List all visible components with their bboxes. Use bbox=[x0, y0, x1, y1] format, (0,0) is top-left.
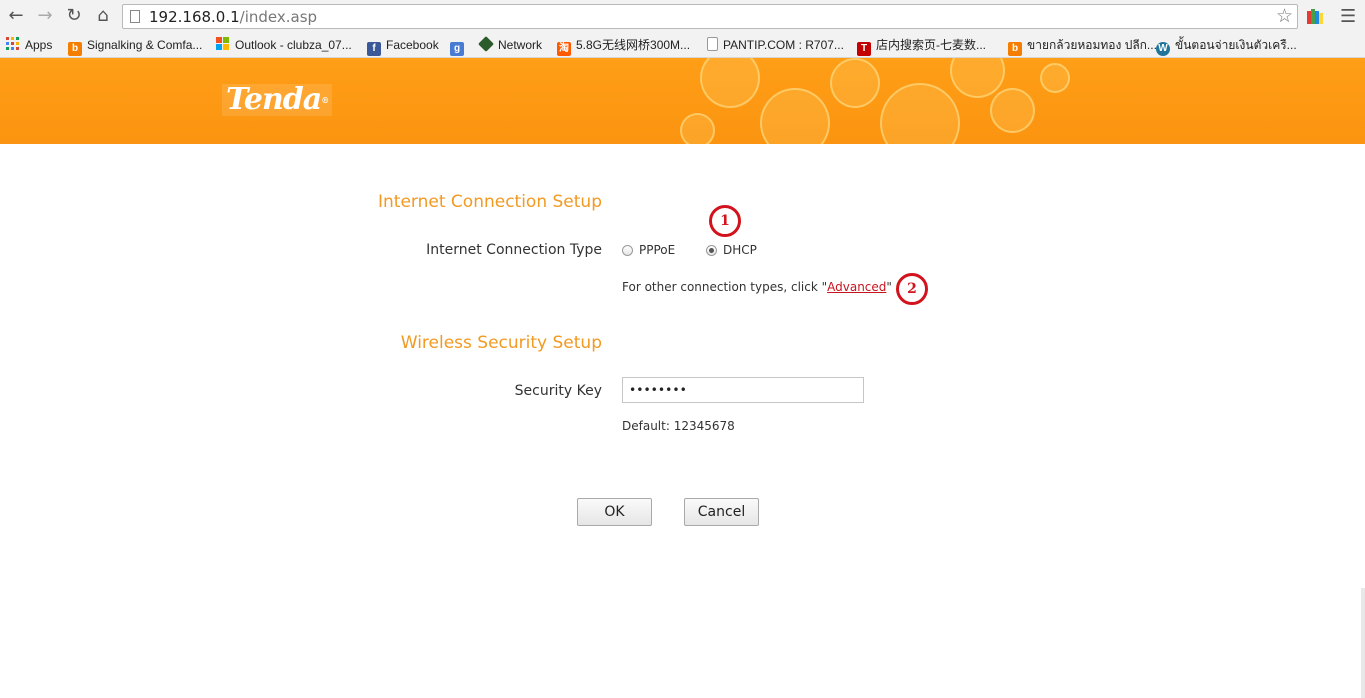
url-host: 192.168.0.1 bbox=[149, 8, 240, 26]
bookmark-label: Facebook bbox=[386, 38, 439, 52]
dhcp-radio[interactable] bbox=[706, 245, 717, 256]
annotation-marker-2: 2 bbox=[896, 273, 928, 305]
bookmark-label: Apps bbox=[25, 38, 53, 52]
reload-icon[interactable]: ↻ bbox=[62, 5, 86, 27]
google-icon: g bbox=[450, 42, 464, 56]
hint-prefix: For other connection types, click " bbox=[622, 280, 828, 294]
blogger-icon: b bbox=[1008, 42, 1022, 56]
page-icon bbox=[130, 10, 140, 23]
network-icon bbox=[478, 36, 494, 52]
default-key-text: Default: 12345678 bbox=[622, 419, 735, 433]
bookmark-label: 店内搜索页-七麦数... bbox=[876, 38, 986, 52]
internet-setup-title: Internet Connection Setup bbox=[378, 192, 602, 212]
bookmark-label: ขั้นตอนจ่ายเงินตัวเครื... bbox=[1175, 38, 1297, 52]
dhcp-label[interactable]: DHCP bbox=[723, 243, 757, 257]
shop-icon: 淘 bbox=[557, 42, 571, 56]
security-key-input[interactable]: •••••••• bbox=[622, 377, 864, 403]
logo-text: Tenda bbox=[226, 82, 322, 117]
other-types-hint: For other connection types, click "Advan… bbox=[622, 280, 892, 294]
browser-toolbar: ← → ↻ ⌂ 192.168.0.1/index.asp ☆ ☰ bbox=[0, 0, 1365, 32]
chrome-menu-icon[interactable]: ☰ bbox=[1340, 6, 1356, 27]
address-bar[interactable]: 192.168.0.1/index.asp ☆ bbox=[122, 4, 1298, 29]
windows-icon bbox=[216, 37, 229, 50]
bookmark-outlook[interactable]: Outlook - clubza_07... bbox=[216, 36, 352, 54]
advanced-link[interactable]: Advanced bbox=[827, 280, 886, 294]
bookmark-thai-shop[interactable]: b ขายกล้วยหอมทอง ปลีก... bbox=[1008, 36, 1157, 56]
security-key-label: Security Key bbox=[514, 383, 602, 399]
bookmark-label: Outlook - clubza_07... bbox=[235, 38, 352, 52]
bookmark-signalking[interactable]: b Signalking & Comfa... bbox=[68, 36, 203, 56]
ok-button[interactable]: OK bbox=[577, 498, 652, 526]
bookmark-apps[interactable]: Apps bbox=[6, 36, 52, 54]
pppoe-radio[interactable] bbox=[622, 245, 633, 256]
facebook-icon: f bbox=[367, 42, 381, 56]
pppoe-label[interactable]: PPPoE bbox=[639, 243, 675, 257]
bookmark-label: 5.8G无线网桥300M... bbox=[576, 38, 691, 52]
tmall-icon: T bbox=[857, 42, 871, 56]
bookmark-facebook[interactable]: f Facebook bbox=[367, 36, 439, 56]
url-path: /index.asp bbox=[239, 8, 318, 26]
bookmark-label: ขายกล้วยหอมทอง ปลีก... bbox=[1027, 38, 1157, 52]
bookmark-google[interactable]: g bbox=[450, 36, 469, 56]
bookmark-star-icon[interactable]: ☆ bbox=[1276, 5, 1293, 27]
back-arrow-icon[interactable]: ← bbox=[4, 5, 28, 27]
wireless-setup-title: Wireless Security Setup bbox=[400, 333, 602, 353]
home-icon[interactable]: ⌂ bbox=[91, 5, 115, 27]
annotation-marker-1: 1 bbox=[709, 205, 741, 237]
page-icon bbox=[707, 37, 718, 51]
cancel-button[interactable]: Cancel bbox=[684, 498, 759, 526]
bookmark-label: Signalking & Comfa... bbox=[87, 38, 203, 52]
bookmark-label: Network bbox=[498, 38, 543, 52]
bookmark-thai-payment[interactable]: W ขั้นตอนจ่ายเงินตัวเครื... bbox=[1156, 36, 1297, 56]
apps-grid-icon bbox=[6, 37, 19, 50]
bookmark-network[interactable]: Network bbox=[478, 36, 543, 54]
connection-type-label: Internet Connection Type bbox=[426, 242, 602, 258]
logo-registered-mark: ® bbox=[321, 95, 329, 105]
header-banner bbox=[0, 58, 1365, 144]
address-url[interactable]: 192.168.0.1/index.asp bbox=[149, 8, 317, 26]
scrollbar-edge[interactable] bbox=[1361, 588, 1365, 698]
wordpress-icon: W bbox=[1156, 42, 1170, 56]
blogger-icon: b bbox=[68, 42, 82, 56]
bookmark-pantip[interactable]: PANTIP.COM : R707... bbox=[707, 36, 844, 54]
bookmark-tmall[interactable]: T 店内搜索页-七麦数... bbox=[857, 36, 986, 56]
tenda-logo: Tenda® bbox=[222, 82, 333, 117]
bookmark-label: PANTIP.COM : R707... bbox=[723, 38, 844, 52]
bookmark-58g[interactable]: 淘 5.8G无线网桥300M... bbox=[557, 36, 691, 56]
extension-icon[interactable] bbox=[1306, 7, 1324, 25]
hint-suffix: " bbox=[886, 280, 892, 294]
forward-arrow-icon[interactable]: → bbox=[33, 5, 57, 27]
bookmarks-bar: Apps b Signalking & Comfa... Outlook - cl… bbox=[0, 32, 1365, 58]
